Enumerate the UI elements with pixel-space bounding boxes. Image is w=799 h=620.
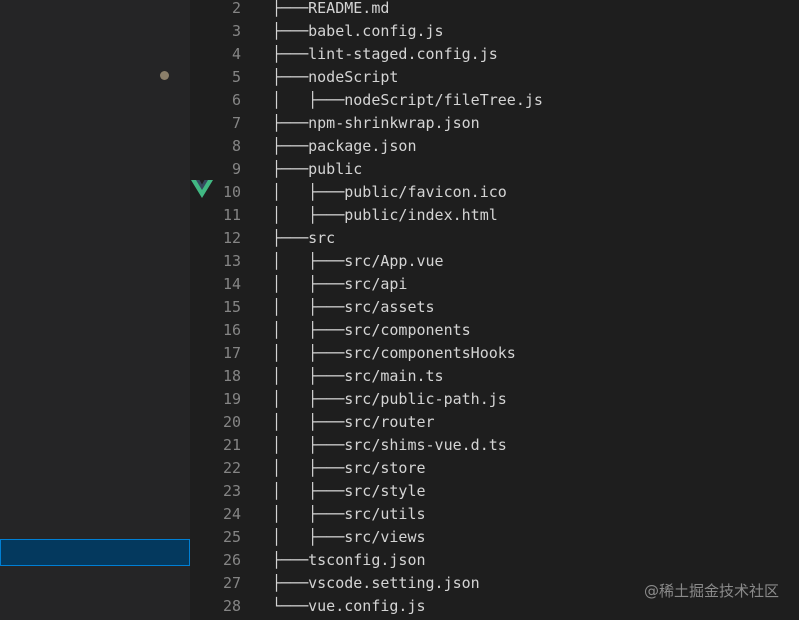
line-text[interactable]: │ ├───public/index.html bbox=[272, 204, 498, 227]
line-text[interactable]: │ ├───public/favicon.ico bbox=[272, 181, 507, 204]
line-number: 25 bbox=[222, 528, 241, 546]
line-number: 18 bbox=[222, 367, 241, 385]
code-line[interactable]: 6 │ ├───nodeScript/fileTree.js bbox=[190, 89, 799, 112]
line-text[interactable]: │ ├───src/App.vue bbox=[272, 250, 444, 273]
code-line[interactable]: 15 │ ├───src/assets bbox=[190, 296, 799, 319]
code-editor[interactable]: 2 ├───README.md 3 ├───babel.config.js 4 ├───l… bbox=[190, 0, 799, 620]
line-text[interactable]: │ ├───src/router bbox=[272, 411, 435, 434]
line-number: 10 bbox=[222, 183, 241, 201]
line-number: 24 bbox=[222, 505, 241, 523]
code-line[interactable]: 10 │ ├───public/favicon.ico bbox=[190, 181, 799, 204]
code-line[interactable]: 9 ├───public bbox=[190, 158, 799, 181]
line-text[interactable]: ├───babel.config.js bbox=[272, 20, 444, 43]
line-number: 19 bbox=[222, 390, 241, 408]
line-text[interactable]: ├───public bbox=[272, 158, 362, 181]
line-number: 7 bbox=[231, 114, 241, 132]
line-number: 3 bbox=[231, 22, 241, 40]
code-line[interactable]: 2 ├───README.md bbox=[190, 0, 799, 20]
code-line[interactable]: 25 │ ├───src/views bbox=[190, 526, 799, 549]
code-line[interactable]: 18 │ ├───src/main.ts bbox=[190, 365, 799, 388]
line-text[interactable]: │ ├───src/components bbox=[272, 319, 471, 342]
line-text[interactable]: │ ├───nodeScript/fileTree.js bbox=[272, 89, 543, 112]
line-text[interactable]: │ ├───src/componentsHooks bbox=[272, 342, 516, 365]
code-line[interactable]: 16 │ ├───src/components bbox=[190, 319, 799, 342]
code-line[interactable]: 20 │ ├───src/router bbox=[190, 411, 799, 434]
line-number: 12 bbox=[222, 229, 241, 247]
code-line[interactable]: 5 ├───nodeScript bbox=[190, 66, 799, 89]
code-line[interactable]: 19 │ ├───src/public-path.js bbox=[190, 388, 799, 411]
line-text[interactable]: │ ├───src/shims-vue.d.ts bbox=[272, 434, 507, 457]
code-line[interactable]: 4 ├───lint-staged.config.js bbox=[190, 43, 799, 66]
code-line[interactable]: 24 │ ├───src/utils bbox=[190, 503, 799, 526]
line-text[interactable]: ├───src bbox=[272, 227, 335, 250]
code-line[interactable]: 11 │ ├───public/index.html bbox=[190, 204, 799, 227]
code-line[interactable]: 26 ├───tsconfig.json bbox=[190, 549, 799, 572]
line-text[interactable]: ├───nodeScript bbox=[272, 66, 398, 89]
line-text[interactable]: ├───tsconfig.json bbox=[272, 549, 426, 572]
line-text[interactable]: ├───lint-staged.config.js bbox=[272, 43, 498, 66]
watermark: @稀土掘金技术社区 bbox=[643, 582, 779, 600]
code-line[interactable]: 14 │ ├───src/api bbox=[190, 273, 799, 296]
line-number: 22 bbox=[222, 459, 241, 477]
line-text[interactable]: │ ├───src/style bbox=[272, 480, 426, 503]
code-line[interactable]: 3 ├───babel.config.js bbox=[190, 20, 799, 43]
line-text[interactable]: │ ├───src/main.ts bbox=[272, 365, 444, 388]
line-number: 20 bbox=[222, 413, 241, 431]
code-line[interactable]: 7 ├───npm-shrinkwrap.json bbox=[190, 112, 799, 135]
line-number: 4 bbox=[231, 45, 241, 63]
code-line[interactable]: 23 │ ├───src/style bbox=[190, 480, 799, 503]
line-number: 17 bbox=[222, 344, 241, 362]
line-number: 5 bbox=[231, 68, 241, 86]
line-number: 27 bbox=[222, 574, 241, 592]
line-text[interactable]: │ ├───src/utils bbox=[272, 503, 426, 526]
line-text[interactable]: │ ├───src/api bbox=[272, 273, 407, 296]
line-number: 28 bbox=[222, 597, 241, 615]
line-text[interactable]: └───vue.config.js bbox=[272, 595, 426, 618]
line-number: 14 bbox=[222, 275, 241, 293]
code-line[interactable]: 17 │ ├───src/componentsHooks bbox=[190, 342, 799, 365]
line-number: 15 bbox=[222, 298, 241, 316]
line-text[interactable]: ├───README.md bbox=[272, 0, 389, 20]
line-number: 21 bbox=[222, 436, 241, 454]
line-number: 23 bbox=[222, 482, 241, 500]
line-number: 2 bbox=[231, 0, 241, 17]
line-number: 9 bbox=[231, 160, 241, 178]
code-line[interactable]: 21 │ ├───src/shims-vue.d.ts bbox=[190, 434, 799, 457]
line-text[interactable]: │ ├───src/views bbox=[272, 526, 426, 549]
selected-file-row[interactable] bbox=[0, 539, 190, 566]
line-text[interactable]: ├───package.json bbox=[272, 135, 417, 158]
line-number: 8 bbox=[231, 137, 241, 155]
line-number: 26 bbox=[222, 551, 241, 569]
line-text[interactable]: ├───vscode.setting.json bbox=[272, 572, 480, 595]
explorer-sidebar bbox=[0, 0, 190, 620]
line-text[interactable]: ├───npm-shrinkwrap.json bbox=[272, 112, 480, 135]
line-number: 6 bbox=[231, 91, 241, 109]
line-text[interactable]: │ ├───src/store bbox=[272, 457, 426, 480]
code-line[interactable]: 13 │ ├───src/App.vue bbox=[190, 250, 799, 273]
line-number: 16 bbox=[222, 321, 241, 339]
line-text[interactable]: │ ├───src/assets bbox=[272, 296, 435, 319]
line-text[interactable]: │ ├───src/public-path.js bbox=[272, 388, 507, 411]
line-number: 11 bbox=[222, 206, 241, 224]
line-number: 13 bbox=[222, 252, 241, 270]
code-line[interactable]: 8 ├───package.json bbox=[190, 135, 799, 158]
code-line[interactable]: 22 │ ├───src/store bbox=[190, 457, 799, 480]
modified-indicator-dot bbox=[160, 71, 169, 80]
code-line[interactable]: 12 ├───src bbox=[190, 227, 799, 250]
